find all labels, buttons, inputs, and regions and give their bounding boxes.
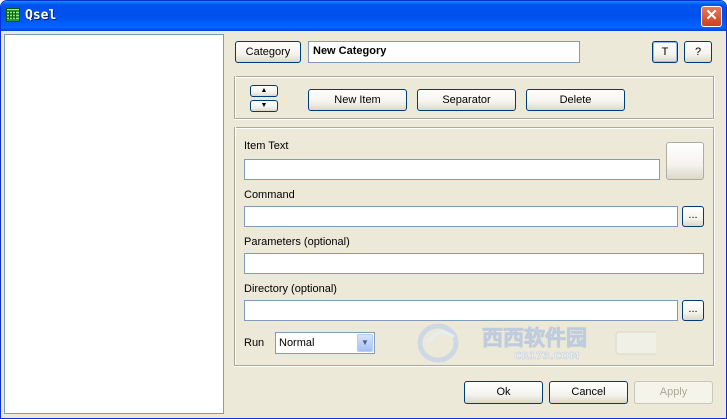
item-text-input[interactable]: [244, 159, 660, 180]
command-input[interactable]: [244, 206, 678, 227]
run-mode-select[interactable]: Normal ▼: [275, 332, 375, 354]
apply-button[interactable]: Apply: [634, 381, 713, 404]
category-name-field[interactable]: New Category: [308, 41, 580, 63]
toolbar-frame-bottom: [234, 118, 714, 120]
run-label: Run: [244, 337, 265, 349]
parameters-input[interactable]: [244, 253, 704, 274]
directory-label: Directory (optional): [244, 283, 337, 295]
move-down-button[interactable]: ▼: [250, 100, 278, 112]
qsel-window: Qsel ✕ Category New Category T ? ▲ ▼ New…: [0, 0, 727, 419]
cancel-button[interactable]: Cancel: [549, 381, 628, 404]
chevron-down-icon[interactable]: ▼: [357, 334, 373, 352]
properties-frame-bottom: [234, 365, 714, 367]
directory-input[interactable]: [244, 300, 678, 321]
properties-frame-top: [234, 127, 714, 129]
category-button[interactable]: Category: [235, 41, 301, 63]
directory-browse-button[interactable]: ...: [682, 300, 704, 321]
parameters-label: Parameters (optional): [244, 236, 350, 248]
watermark-logo: 西西软件园 CR173.COM: [417, 323, 656, 363]
command-label: Command: [244, 189, 295, 201]
ok-button[interactable]: Ok: [464, 381, 543, 404]
properties-frame-right: [713, 127, 715, 365]
toolbar-frame-top: [234, 76, 714, 78]
icon-picker-button[interactable]: [666, 142, 704, 180]
command-browse-button[interactable]: ...: [682, 206, 704, 227]
new-item-button[interactable]: New Item: [308, 89, 407, 111]
close-button[interactable]: ✕: [701, 6, 722, 27]
separator-button[interactable]: Separator: [417, 89, 516, 111]
window-title: Qsel: [25, 8, 57, 23]
toolbar-frame-left: [234, 76, 236, 118]
watermark-subtext: CR173.COM: [514, 351, 580, 362]
category-items-list[interactable]: [4, 34, 224, 414]
app-icon: [6, 8, 20, 22]
move-up-button[interactable]: ▲: [250, 85, 278, 97]
help-button[interactable]: ?: [684, 41, 712, 63]
t-button[interactable]: T: [652, 41, 678, 63]
item-text-label: Item Text: [244, 140, 289, 152]
title-bar[interactable]: Qsel ✕: [1, 1, 726, 31]
run-mode-value: Normal: [279, 337, 315, 349]
toolbar-frame-right: [713, 76, 715, 118]
watermark-text: 西西软件园: [482, 326, 587, 350]
delete-button[interactable]: Delete: [526, 89, 625, 111]
properties-frame-left: [234, 127, 236, 365]
